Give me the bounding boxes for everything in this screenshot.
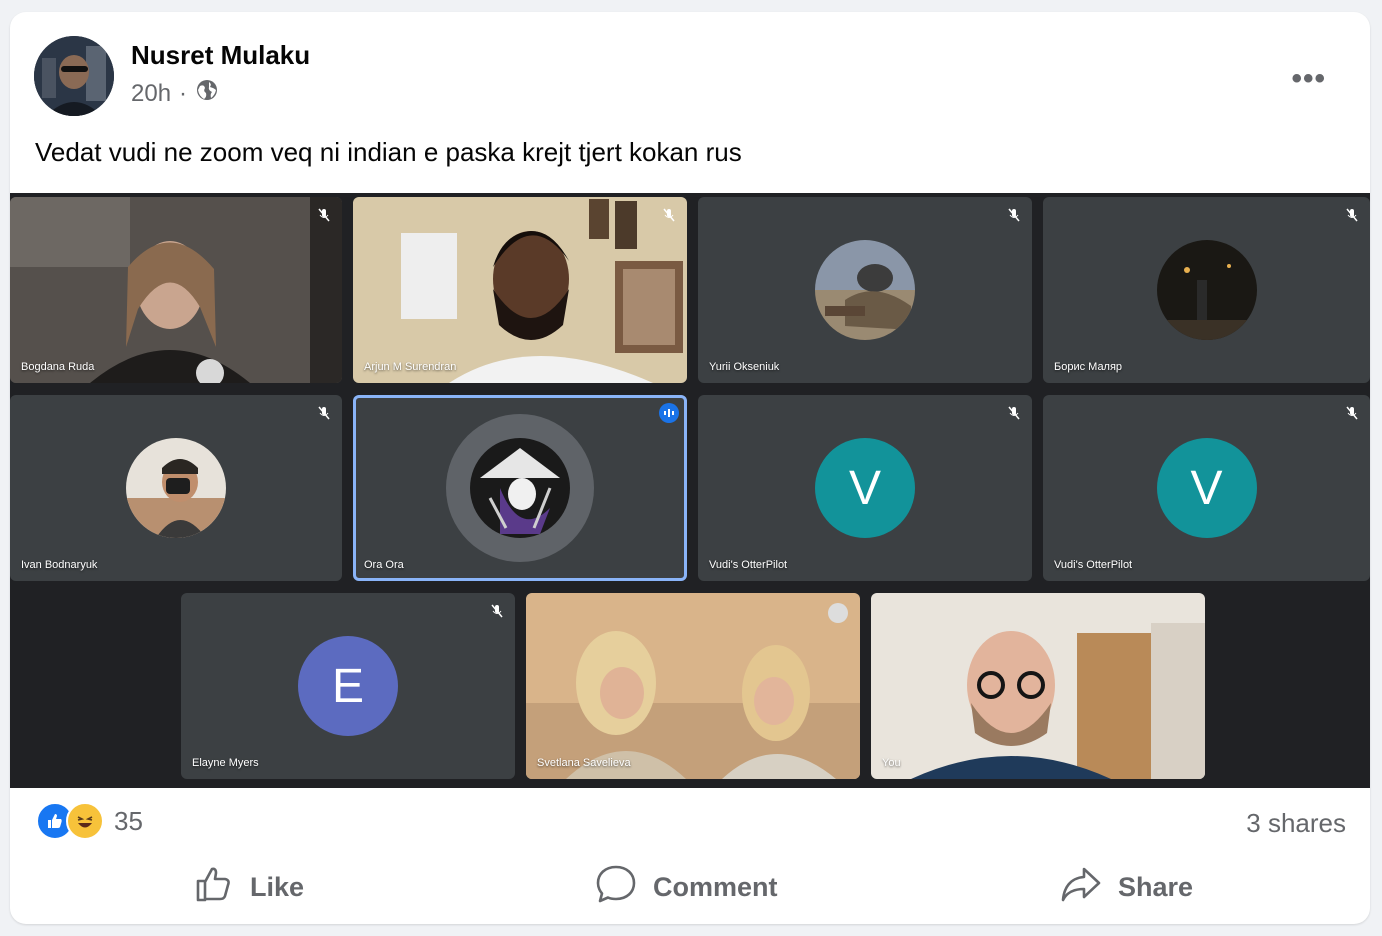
mic-muted-icon	[1344, 405, 1360, 421]
participant-name: Vudi's OtterPilot	[709, 559, 788, 571]
reactions-summary[interactable]: 35	[36, 802, 143, 840]
comment-button[interactable]: Comment	[595, 852, 778, 922]
participant-initial: V	[815, 438, 915, 538]
mic-muted-icon	[1006, 207, 1022, 223]
haha-reaction-icon	[66, 802, 104, 840]
participant-tile-speaking: Ora Ora	[353, 395, 687, 581]
participant-name: Arjun M Surendran	[364, 361, 457, 373]
speaking-indicator-icon	[659, 403, 679, 423]
participant-name: Борис Маляр	[1054, 361, 1123, 373]
like-button[interactable]: Like	[194, 852, 304, 922]
participant-initial: E	[298, 636, 398, 736]
participant-name: Svetlana Savelieva	[537, 757, 631, 769]
post-meta: 20h ·	[131, 78, 219, 109]
participant-avatar	[815, 240, 915, 340]
post-text: Vedat vudi ne zoom veq ni indian e paska…	[35, 137, 742, 167]
participant-name: Ivan Bodnaryuk	[21, 559, 98, 571]
participant-name: Bogdana Ruda	[21, 361, 95, 373]
participant-tile: Arjun M Surendran	[353, 197, 687, 383]
share-label: Share	[1118, 871, 1194, 902]
more-options-icon[interactable]: •••	[1291, 62, 1326, 96]
participant-name: Elayne Myers	[192, 757, 259, 769]
participant-tile: E Elayne Myers	[181, 593, 515, 779]
participant-tile: Yurii Okseniuk	[698, 197, 1032, 383]
participant-name: Ora Ora	[364, 559, 404, 571]
author-avatar[interactable]	[34, 36, 114, 116]
participant-avatar	[1156, 240, 1257, 340]
globe-icon	[195, 78, 219, 109]
like-label: Like	[250, 871, 305, 902]
reaction-count: 35	[114, 805, 143, 836]
action-bar: Like Comment Share	[10, 852, 1370, 922]
participant-tile: Svetlana Savelieva	[526, 593, 860, 779]
post-card: Nusret Mulaku 20h · ••• Vedat vudi ne zo…	[10, 12, 1370, 924]
meta-separator: ·	[179, 79, 188, 107]
comment-icon	[595, 863, 637, 912]
participant-tile: You	[871, 593, 1205, 779]
participant-tile: V Vudi's OtterPilot	[698, 395, 1032, 581]
participant-tile: Bogdana Ruda	[10, 197, 342, 383]
share-button[interactable]: Share	[1060, 852, 1193, 922]
mic-muted-icon	[316, 207, 332, 223]
mic-muted-icon	[1006, 405, 1022, 421]
participant-name: Yurii Okseniuk	[709, 361, 780, 373]
comment-label: Comment	[653, 871, 778, 902]
author-name[interactable]: Nusret Mulaku	[131, 40, 310, 71]
meeting-screenshot[interactable]: Bogdana Ruda Arjun M Surendran Yurii Oks…	[10, 193, 1370, 788]
mic-muted-icon	[489, 603, 505, 619]
participant-avatar	[126, 438, 226, 538]
mic-muted-icon	[661, 207, 677, 223]
post-timestamp[interactable]: 20h	[131, 80, 171, 108]
mic-muted-icon	[1344, 207, 1360, 223]
participant-tile: V Vudi's OtterPilot	[1043, 395, 1370, 581]
shares-count[interactable]: 3 shares	[1246, 808, 1346, 839]
mic-muted-icon	[316, 405, 332, 421]
participant-avatar	[470, 438, 570, 538]
participant-name: Vudi's OtterPilot	[1054, 559, 1133, 571]
participant-tile: Ivan Bodnaryuk	[10, 395, 342, 581]
share-arrow-icon	[1060, 864, 1102, 911]
participant-tile: Борис Маляр	[1043, 197, 1370, 383]
participant-name: You	[882, 757, 901, 769]
participant-initial: V	[1156, 438, 1257, 538]
thumbs-up-icon	[194, 864, 234, 911]
